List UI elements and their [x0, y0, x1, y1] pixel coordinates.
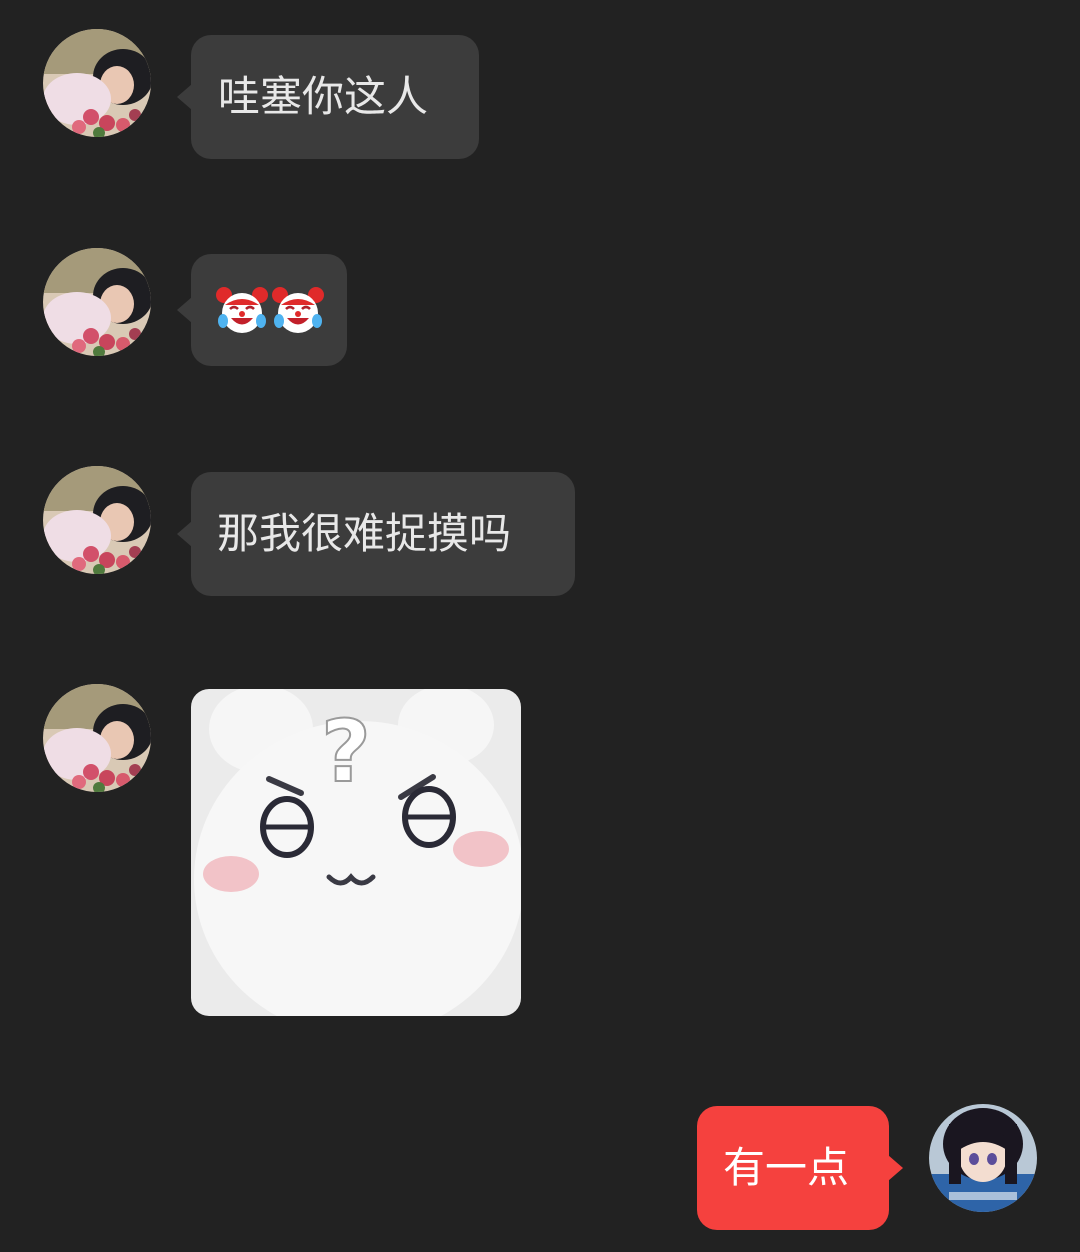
message-text: 有一点 — [723, 1143, 850, 1192]
clown-crying-laughing-emoji — [272, 287, 324, 333]
message-bubble-outgoing[interactable]: 有一点 — [697, 1106, 903, 1230]
self-avatar[interactable] — [929, 1104, 1037, 1212]
contact-avatar-image — [43, 29, 151, 137]
message-bubble[interactable]: 那我很难捉摸吗 — [177, 472, 575, 596]
contact-avatar[interactable] — [43, 29, 151, 137]
question-mark: ? — [321, 702, 371, 802]
clown-crying-laughing-emoji — [216, 287, 268, 333]
contact-avatar-image — [43, 684, 151, 792]
contact-avatar[interactable] — [43, 684, 151, 792]
self-avatar-image — [929, 1104, 1037, 1212]
emoji-bubble[interactable] — [177, 254, 347, 366]
white-plush-bear-question-sticker: ? — [191, 689, 521, 1016]
message-bubble[interactable]: 哇塞你这人 — [177, 35, 479, 159]
contact-avatar-image — [43, 248, 151, 356]
contact-avatar[interactable] — [43, 466, 151, 574]
sticker-image[interactable]: ? — [191, 689, 521, 1016]
contact-avatar-image — [43, 466, 151, 574]
contact-avatar[interactable] — [43, 248, 151, 356]
message-text: 哇塞你这人 — [218, 72, 429, 121]
message-text: 那我很难捉摸吗 — [217, 509, 512, 558]
